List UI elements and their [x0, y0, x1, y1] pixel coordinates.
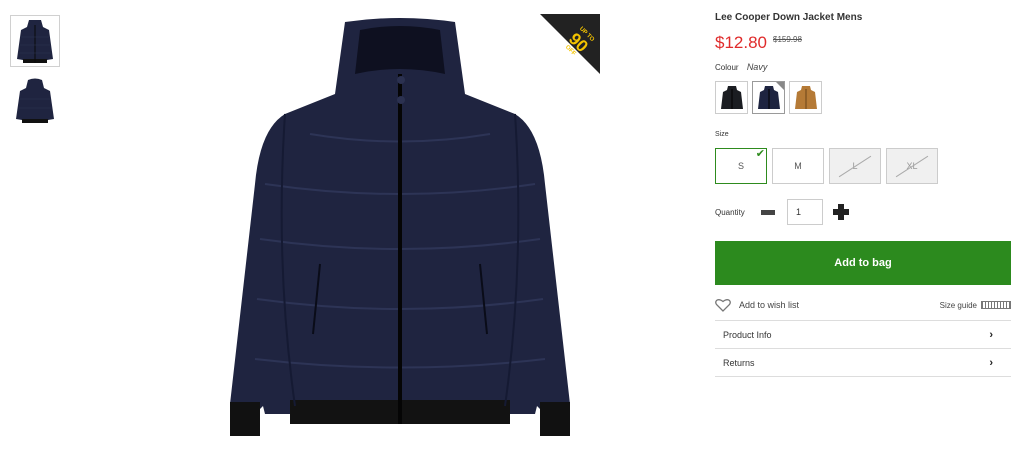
- quantity-input[interactable]: [787, 199, 823, 225]
- product-details-panel: Lee Cooper Down Jacket Mens $12.80 $159.…: [715, 12, 1011, 377]
- add-to-wish-list-link[interactable]: Add to wish list: [715, 298, 799, 312]
- navy-jacket-swatch-icon: [757, 85, 780, 109]
- colour-row: Colour Navy: [715, 62, 1011, 72]
- size-m[interactable]: M: [772, 148, 824, 184]
- original-price: $159.98: [773, 35, 802, 44]
- quantity-label: Quantity: [715, 207, 745, 217]
- heart-icon: [715, 299, 731, 312]
- swatch-black[interactable]: [715, 81, 748, 114]
- thumbnail-back[interactable]: [10, 75, 60, 127]
- size-s[interactable]: S ✔: [715, 148, 767, 184]
- chevron-right-icon: ›: [989, 328, 993, 341]
- colour-label: Colour: [715, 63, 739, 72]
- product-title: Lee Cooper Down Jacket Mens: [715, 12, 863, 23]
- wish-row: Add to wish list Size guide: [715, 298, 1011, 312]
- swatch-tan[interactable]: [789, 81, 822, 114]
- add-to-bag-button[interactable]: Add to bag: [715, 241, 1011, 285]
- chevron-right-icon: ›: [989, 356, 993, 369]
- price-row: $12.80 $159.98: [715, 33, 1011, 53]
- tan-jacket-swatch-icon: [794, 85, 817, 109]
- quantity-row: Quantity: [715, 199, 1011, 225]
- size-guide-link[interactable]: Size guide: [940, 301, 1011, 310]
- ruler-icon: [981, 301, 1011, 309]
- plus-icon[interactable]: [833, 204, 849, 220]
- accordion-returns[interactable]: Returns ›: [715, 349, 1011, 377]
- info-accordion: Product Info › Returns ›: [715, 320, 1011, 377]
- size-l-unavailable: L: [829, 148, 881, 184]
- current-price: $12.80: [715, 33, 767, 52]
- thumbnail-gallery: [10, 15, 62, 135]
- jacket-back-thumb-image: [16, 78, 54, 123]
- thumbnail-front[interactable]: [10, 15, 60, 67]
- product-main-image: [200, 14, 600, 442]
- size-options: S ✔ M L XL: [715, 148, 1011, 184]
- black-jacket-swatch-icon: [720, 85, 743, 109]
- navy-down-jacket-image: [230, 18, 570, 436]
- swatch-navy[interactable]: [752, 81, 785, 114]
- size-xl-unavailable: XL: [886, 148, 938, 184]
- minus-icon[interactable]: [761, 209, 775, 215]
- colour-swatches: [715, 81, 1011, 114]
- colour-value: Navy: [746, 62, 768, 72]
- accordion-product-info[interactable]: Product Info ›: [715, 320, 1011, 349]
- jacket-front-thumb-image: [17, 20, 53, 63]
- size-label: Size: [715, 131, 729, 138]
- discount-badge: UP TO 90 OFF: [540, 14, 600, 74]
- checkmark-icon: ✔: [755, 148, 765, 160]
